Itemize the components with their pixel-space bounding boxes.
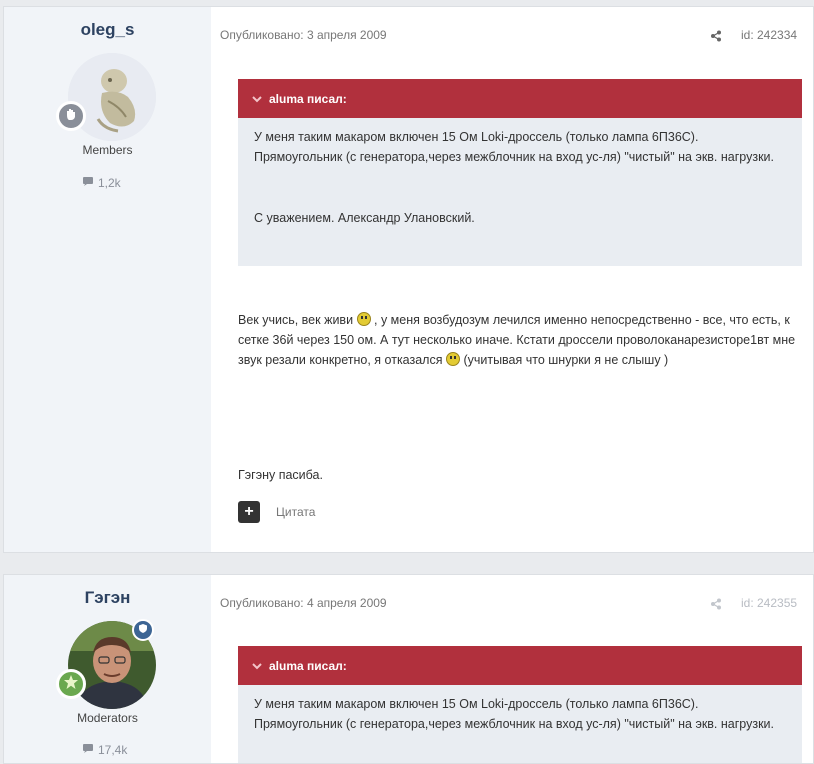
rank-badge bbox=[56, 101, 86, 131]
chevron-down-icon bbox=[252, 92, 262, 106]
quote-header[interactable]: aluma писал: bbox=[238, 79, 802, 118]
post-paragraph: Век учись, век живи , у меня возбудозум … bbox=[238, 310, 798, 370]
post-paragraph: Гэгэну пасиба. bbox=[238, 468, 323, 482]
star-icon bbox=[63, 674, 79, 695]
avatar[interactable] bbox=[68, 53, 156, 141]
quote-body: У меня таким макаром включен 15 Ом Loki-… bbox=[238, 118, 802, 228]
quote-paragraph: С уважением. Александр Улановский. bbox=[254, 211, 475, 225]
quote-header[interactable]: aluma писал: bbox=[238, 646, 802, 685]
chevron-down-icon bbox=[252, 659, 262, 673]
post-date[interactable]: Опубликовано: 4 апреля 2009 bbox=[220, 596, 387, 610]
author-username[interactable]: Гэгэн bbox=[4, 588, 211, 608]
share-icon[interactable] bbox=[710, 597, 724, 611]
quote-block: aluma писал: У меня таким макаром включе… bbox=[238, 646, 802, 763]
quote-button[interactable]: Цитата bbox=[276, 505, 315, 519]
post-content: Век учись, век живи , у меня возбудозум … bbox=[238, 310, 798, 370]
post-date[interactable]: Опубликовано: 3 апреля 2009 bbox=[220, 28, 387, 42]
quote-citation: aluma писал: bbox=[269, 91, 347, 106]
sad-smiley-icon bbox=[445, 352, 460, 366]
post-count[interactable]: 17,4k bbox=[82, 743, 127, 757]
quote-citation: aluma писал: bbox=[269, 658, 347, 673]
quote-paragraph: У меня таким макаром включен 15 Ом Loki-… bbox=[254, 130, 775, 164]
post-count-value: 17,4k bbox=[98, 743, 128, 757]
rank-badge bbox=[56, 669, 86, 699]
author-group: Members bbox=[82, 143, 133, 157]
avatar-container bbox=[56, 53, 156, 141]
quote-paragraph: У меня таким макаром включен 15 Ом Loki-… bbox=[254, 697, 775, 731]
post: Гэгэн Moderators 17,4k Опубликовано: 4 а… bbox=[3, 574, 814, 764]
post-count-value: 1,2k bbox=[98, 176, 121, 190]
quote-body: У меня таким макаром включен 15 Ом Loki-… bbox=[238, 685, 802, 734]
post-text: (учитывая что шнурки я не слышу ) bbox=[459, 353, 669, 367]
post-text: Век учись, век живи bbox=[238, 313, 357, 327]
post-count[interactable]: 1,2k bbox=[82, 176, 121, 190]
share-icon[interactable] bbox=[710, 29, 724, 43]
comment-icon bbox=[82, 176, 94, 190]
moderator-badge bbox=[132, 619, 154, 641]
post: oleg_s Members 1,2k Опубликовано: 3 апре… bbox=[3, 6, 814, 553]
author-username[interactable]: oleg_s bbox=[4, 20, 211, 40]
post-id[interactable]: id: 242334 bbox=[741, 28, 797, 42]
author-group: Moderators bbox=[77, 711, 138, 725]
author-panel: oleg_s Members 1,2k bbox=[4, 7, 211, 552]
comment-icon bbox=[82, 743, 94, 757]
post-id[interactable]: id: 242355 bbox=[741, 596, 797, 610]
hand-icon bbox=[64, 107, 78, 126]
quote-block: aluma писал: У меня таким макаром включе… bbox=[238, 79, 802, 266]
author-panel: Гэгэн Moderators 17,4k bbox=[4, 575, 211, 763]
grin-smiley-icon bbox=[356, 312, 371, 326]
add-reaction-button[interactable]: + bbox=[238, 501, 260, 523]
avatar-container bbox=[56, 619, 156, 709]
shield-icon bbox=[138, 621, 148, 639]
